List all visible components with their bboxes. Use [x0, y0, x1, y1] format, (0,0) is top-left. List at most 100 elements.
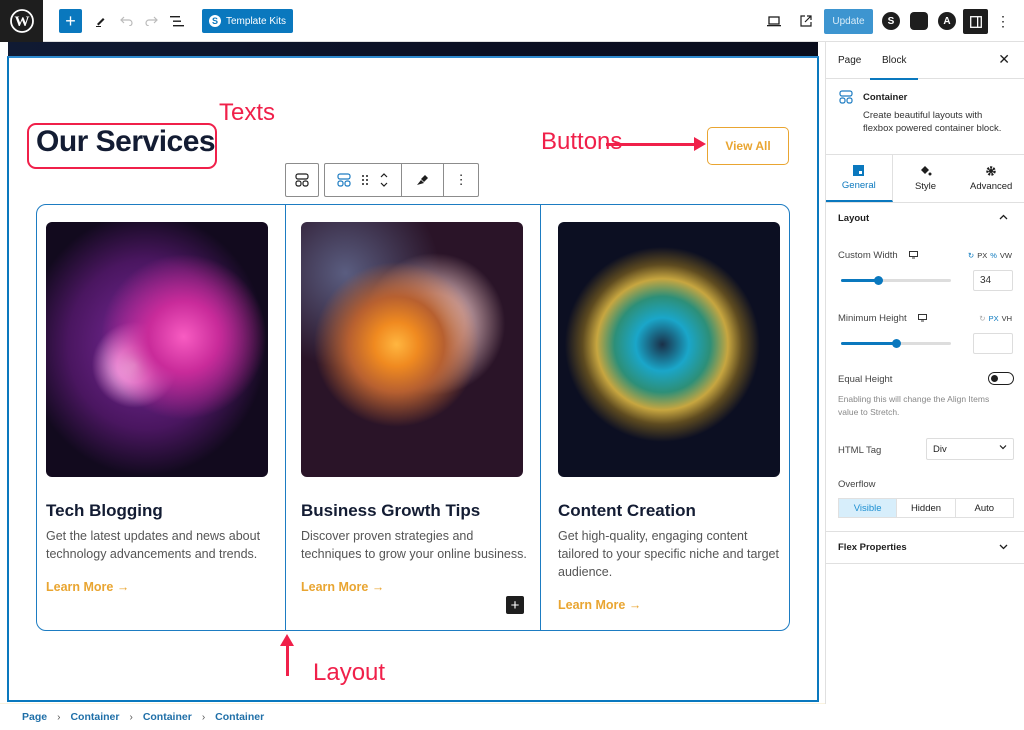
section-heading[interactable]: Our Services — [36, 125, 216, 159]
astra-settings-button[interactable]: A — [937, 9, 957, 33]
slider-handle[interactable] — [892, 339, 901, 348]
general-icon — [853, 164, 865, 176]
divider — [826, 531, 1024, 532]
add-inner-block-button[interactable]: + — [506, 596, 524, 614]
service-card[interactable]: Tech Blogging Get the latest updates and… — [37, 205, 286, 630]
reset-icon[interactable]: ↻ — [979, 314, 985, 323]
minimum-height-slider[interactable] — [841, 339, 951, 348]
desktop-icon[interactable] — [909, 251, 918, 259]
unit-option[interactable]: PX — [977, 251, 987, 260]
fluid-art-image — [301, 222, 523, 477]
copy-styles-button[interactable] — [402, 164, 445, 196]
learn-more-link[interactable]: Learn More → — [46, 580, 129, 594]
learn-more-link[interactable]: Learn More → — [301, 580, 384, 594]
container-icon[interactable] — [337, 173, 351, 187]
breadcrumb-item[interactable]: Page — [22, 711, 47, 723]
equal-height-toggle[interactable] — [988, 372, 1014, 385]
block-type-controls — [325, 164, 402, 196]
unit-option[interactable]: VW — [1000, 251, 1012, 260]
parent-block-selector[interactable] — [285, 163, 319, 197]
annotation-arrow-up — [280, 634, 294, 676]
custom-width-input[interactable]: 34 — [973, 270, 1013, 291]
tools-pencil-button[interactable] — [93, 9, 109, 33]
desktop-icon[interactable] — [918, 314, 927, 322]
chevron-right-icon: › — [201, 711, 206, 723]
chevron-down-icon — [999, 445, 1007, 450]
block-description: Create beautiful layouts with flexbox po… — [863, 110, 1002, 134]
close-panel-button[interactable]: ✕ — [998, 51, 1010, 68]
container-icon — [839, 90, 853, 104]
slider-fill — [841, 279, 879, 282]
flex-properties-section[interactable]: Flex Properties — [838, 542, 907, 553]
minimum-height-input[interactable] — [973, 333, 1013, 354]
chevron-right-icon: › — [129, 711, 133, 723]
view-post-button[interactable] — [797, 9, 815, 33]
subtab-advanced[interactable]: Advanced — [958, 155, 1024, 202]
breadcrumb-item[interactable]: Container — [70, 711, 119, 723]
breadcrumb-item[interactable]: Container — [143, 711, 192, 723]
layout-section-title[interactable]: Layout — [838, 213, 869, 224]
breadcrumb-item[interactable]: Container — [215, 711, 264, 723]
preview-device-button[interactable] — [765, 9, 783, 33]
chevron-right-icon: › — [57, 711, 61, 723]
learn-more-link[interactable]: Learn More → — [558, 598, 641, 612]
equal-height-label: Equal Height — [838, 374, 893, 385]
tab-page[interactable]: Page — [838, 55, 861, 66]
spectra-plugin-button[interactable]: S — [881, 9, 901, 33]
brush-icon — [417, 175, 429, 185]
block-toolbar: ⋮ — [324, 163, 479, 197]
parent-container-button[interactable] — [286, 164, 318, 196]
custom-width-slider[interactable] — [841, 276, 951, 285]
slider-handle[interactable] — [874, 276, 884, 285]
undo-button[interactable] — [118, 9, 134, 33]
html-tag-select[interactable]: Div — [926, 438, 1014, 460]
template-kits-button[interactable]: S Template Kits — [202, 9, 293, 33]
unit-option[interactable]: VH — [1002, 314, 1012, 323]
document-overview-button[interactable] — [168, 9, 186, 33]
annotation-arrow-right — [606, 137, 706, 151]
header-image-strip — [8, 42, 818, 57]
view-all-button[interactable]: View All — [707, 127, 789, 165]
template-plugin-icon — [910, 12, 928, 30]
subtab-style[interactable]: Style — [893, 155, 959, 202]
settings-panel: Page Block ✕ Container Create beautiful … — [825, 42, 1024, 704]
wordpress-icon: W — [9, 9, 34, 33]
block-options-button[interactable]: ⋮ — [444, 164, 478, 196]
starter-templates-button[interactable] — [909, 9, 929, 33]
overflow-label: Overflow — [838, 479, 876, 490]
card-description: Get the latest updates and news about te… — [46, 529, 261, 561]
tab-block[interactable]: Block — [869, 55, 920, 80]
minimum-height-units: ↻ PX VH — [979, 314, 1012, 323]
add-block-button[interactable]: + — [59, 9, 82, 33]
overflow-auto[interactable]: Auto — [956, 499, 1013, 517]
redo-button[interactable] — [143, 9, 159, 33]
unit-option-active[interactable]: PX — [989, 314, 999, 323]
subtab-general[interactable]: General — [826, 155, 893, 202]
minimum-height-label: Minimum Height — [838, 313, 907, 324]
rosette-nebula-image — [558, 222, 780, 477]
equal-height-help: Enabling this will change the Align Item… — [838, 394, 990, 417]
service-card[interactable]: Content Creation Get high-quality, engag… — [541, 205, 790, 630]
service-card[interactable]: Business Growth Tips Discover proven str… — [285, 205, 541, 630]
undo-icon — [119, 16, 133, 26]
chevron-up-icon[interactable] — [999, 214, 1008, 220]
annotation-layout: Layout — [313, 659, 386, 686]
slider-fill — [841, 342, 896, 345]
options-menu-button[interactable]: ⋮ — [996, 9, 1010, 33]
spectra-icon: S — [882, 12, 900, 30]
sidebar-icon — [969, 15, 982, 28]
wordpress-logo-button[interactable]: W — [0, 0, 43, 42]
chevron-down-icon[interactable] — [999, 544, 1008, 550]
overflow-visible[interactable]: Visible — [839, 499, 898, 517]
drag-handle-icon[interactable] — [361, 174, 369, 186]
update-button[interactable]: Update — [824, 9, 873, 34]
astra-icon: A — [938, 12, 956, 30]
unit-option-active[interactable]: % — [990, 251, 997, 260]
redo-icon — [144, 16, 158, 26]
move-up-down-icon[interactable] — [379, 171, 389, 189]
custom-width-label: Custom Width — [838, 250, 898, 261]
reset-icon[interactable]: ↻ — [968, 251, 974, 260]
container-icon — [295, 173, 309, 187]
settings-sidebar-toggle[interactable] — [963, 9, 988, 34]
overflow-hidden[interactable]: Hidden — [897, 499, 956, 517]
